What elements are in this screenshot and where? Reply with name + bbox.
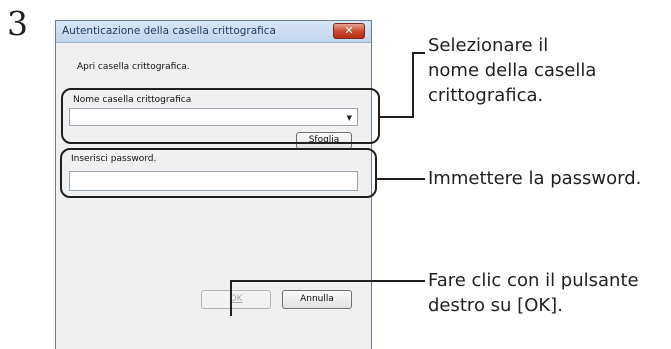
callout-select-line-1: Selezionare il bbox=[428, 35, 549, 56]
callout-select-line-2: nome della casella bbox=[428, 60, 597, 81]
callout-ok-line-1: Fare clic con il pulsante bbox=[428, 270, 639, 291]
callout-select-box-name: Selezionare il nome della casella critto… bbox=[428, 33, 596, 108]
callout-ok-line-2: destro su [OK]. bbox=[428, 295, 563, 316]
callout-click-ok: Fare clic con il pulsante destro su [OK]… bbox=[428, 268, 639, 318]
callout-select-line-3: crittografica. bbox=[428, 85, 544, 106]
leader-line-ok bbox=[230, 280, 425, 316]
leader-line-box-name bbox=[380, 52, 425, 118]
callout-enter-password: Immettere la password. bbox=[428, 168, 642, 189]
